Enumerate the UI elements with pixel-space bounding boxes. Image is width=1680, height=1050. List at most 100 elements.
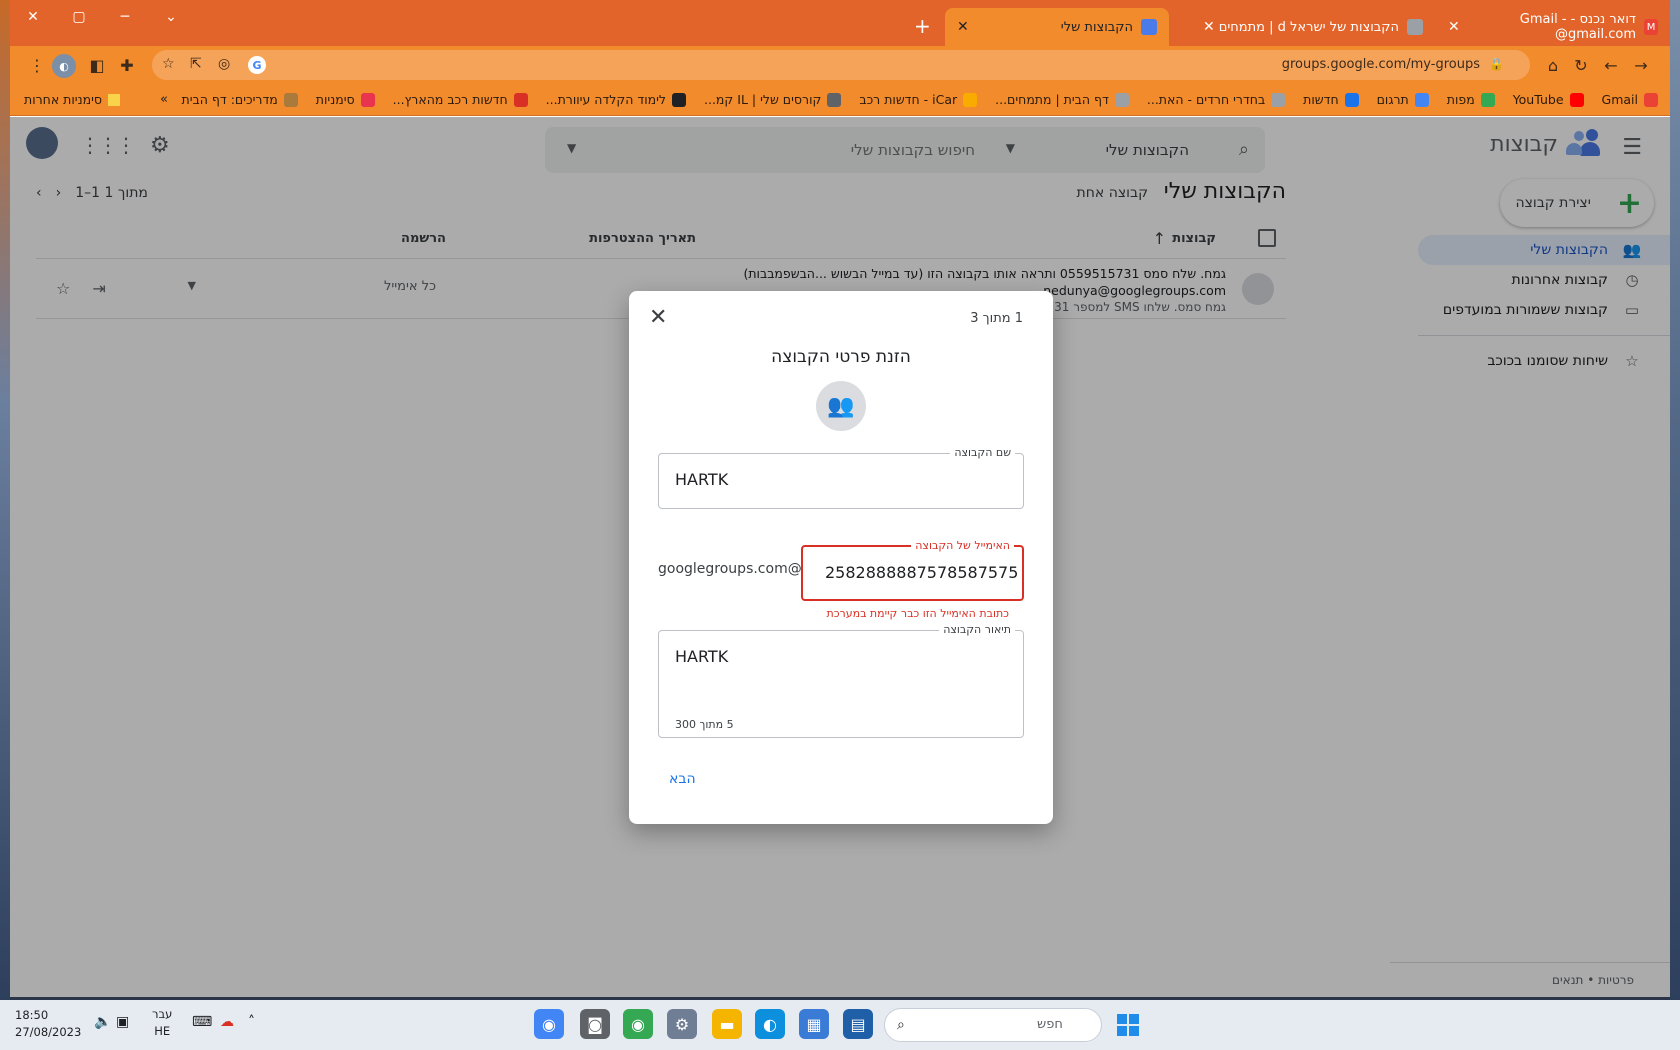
bookmark-item[interactable]: תרגום	[1377, 92, 1429, 107]
bookmark-item[interactable]: דף הבית | מתמחים...	[995, 92, 1129, 107]
store-icon[interactable]: ▤	[843, 1009, 873, 1039]
email-error-message: כתובת האימייל הזו כבר קיימת במערכת	[826, 607, 1009, 620]
bookmark-item[interactable]: חדשות	[1303, 92, 1359, 107]
folder-icon	[108, 93, 120, 106]
settings-app-icon[interactable]: ⚙	[667, 1009, 697, 1039]
language-indicator[interactable]: עבר HE	[152, 1006, 172, 1040]
bookmark-favicon-icon	[963, 92, 978, 107]
bookmark-item[interactable]: מפות	[1447, 92, 1495, 107]
close-window-button[interactable]: ✕	[10, 0, 56, 34]
windows-start-icon[interactable]	[1117, 1014, 1139, 1036]
bookmark-item[interactable]: YouTube	[1513, 92, 1584, 107]
profile-avatar[interactable]: ◐	[52, 54, 76, 78]
site-favicon-icon	[1407, 19, 1423, 35]
edge-icon[interactable]: ◐	[755, 1009, 785, 1039]
language-name: עבר	[152, 1007, 173, 1021]
clock-time: 18:50	[15, 1008, 49, 1022]
taskbar: 18:50 27/08/2023 🔈 ▣ עבר HE ⌨ ☁ ˄ ◉ ◙ ◉ …	[0, 1000, 1680, 1050]
bookmark-item[interactable]: מדריכים: דף הבית	[182, 92, 298, 107]
tab-israel-groups[interactable]: הקבוצות של ישראל d | מתמחים ✕	[1191, 8, 1435, 46]
lock-icon[interactable]: 🔒	[1489, 57, 1504, 71]
bookmark-star-icon[interactable]: ☆	[162, 56, 175, 72]
close-icon[interactable]: ✕	[1203, 19, 1215, 35]
menu-dots-icon[interactable]: ⋮	[26, 54, 48, 76]
back-icon[interactable]: ←	[1600, 54, 1622, 76]
bookmark-label: YouTube	[1512, 92, 1564, 107]
forward-icon[interactable]: →	[1630, 54, 1652, 76]
next-button[interactable]: הבא	[669, 771, 696, 787]
bookmark-item[interactable]: קורסים שלי | IL קמ...	[704, 92, 842, 107]
volume-icon[interactable]: 🔈	[94, 1014, 111, 1030]
chevron-up-icon[interactable]: ˄	[248, 1014, 255, 1030]
group-name-field[interactable]: שם הקבוצה HARTK	[658, 446, 1024, 509]
bookmark-item[interactable]: בחדרי חרדים - האת...	[1146, 92, 1286, 107]
bookmark-label: סימניות	[315, 92, 355, 107]
home-icon[interactable]: ⌂	[1542, 54, 1564, 76]
reload-icon[interactable]: ↻	[1570, 54, 1592, 76]
gmail-favicon-icon: M	[1644, 19, 1658, 35]
clock[interactable]: 18:50 27/08/2023	[15, 1007, 81, 1041]
other-bookmarks[interactable]: סימניות אחרות	[24, 92, 120, 107]
taskbar-search[interactable]: ⌕ חפש	[884, 1008, 1102, 1042]
tracking-eye-icon[interactable]: ◎	[218, 56, 230, 72]
tab-search-button[interactable]: ⌄	[148, 0, 194, 34]
bookmark-favicon-icon	[1480, 92, 1495, 107]
group-avatar-icon[interactable]: 👥	[816, 381, 866, 431]
field-label: תיאור הקבוצה	[939, 623, 1015, 636]
control-panel-icon[interactable]: ▦	[799, 1009, 829, 1039]
new-tab-button[interactable]: +	[914, 14, 931, 38]
group-email-input[interactable]: 2582888887578587575	[825, 563, 1018, 582]
bookmark-label: מדריכים: דף הבית	[181, 92, 278, 107]
address-bar[interactable]: ☆ ⇱ ◎ G groups.google.com/my-groups 🔒	[152, 50, 1530, 80]
email-domain-suffix: googlegroups.com@	[658, 561, 802, 577]
share-icon[interactable]: ⇱	[190, 56, 202, 72]
bookmark-label: חדשות	[1303, 92, 1339, 107]
file-explorer-icon[interactable]: ▬	[712, 1009, 742, 1039]
bookmark-item[interactable]: iCar - חדשות רכב	[859, 92, 978, 107]
bookmark-favicon-icon	[1114, 92, 1129, 107]
close-icon[interactable]: ✕	[649, 305, 667, 330]
tab-gmail[interactable]: M דואר נכנס - Gmail - @gmail.com ✕	[1436, 8, 1670, 46]
group-email-field[interactable]: האימייל של הקבוצה 2582888887578587575	[801, 539, 1024, 601]
group-name-input[interactable]: HARTK	[675, 470, 728, 489]
bookmark-favicon-icon	[283, 92, 298, 107]
tab-title: הקבוצות שלי	[1060, 19, 1133, 35]
bookmark-item[interactable]: חדשות רכב מהארץ...	[393, 92, 528, 107]
desktop-wallpaper-right	[1670, 0, 1680, 1000]
network-icon[interactable]: ▣	[116, 1014, 129, 1030]
dialog-title: הזנת פרטי הקבוצה	[771, 347, 911, 367]
step-indicator: 1 מתוך 3	[970, 311, 1023, 326]
bookmark-label: iCar - חדשות רכב	[859, 92, 958, 107]
keyboard-icon[interactable]: ⌨	[192, 1014, 212, 1030]
create-group-dialog: 1 מתוך 3 ✕ הזנת פרטי הקבוצה 👥 שם הקבוצה …	[629, 291, 1053, 824]
other-bookmarks-label: סימניות אחרות	[24, 92, 102, 107]
chrome-profile-icon[interactable]: ◉	[534, 1009, 564, 1039]
close-icon[interactable]: ✕	[957, 19, 969, 35]
bookmark-favicon-icon	[672, 92, 686, 107]
bookmark-favicon-icon	[1644, 92, 1658, 107]
language-code: HE	[154, 1024, 171, 1038]
clock-date: 27/08/2023	[15, 1025, 82, 1039]
side-panel-icon[interactable]: ◧	[86, 54, 108, 76]
bookmark-item[interactable]: סימניות	[316, 92, 375, 107]
more-bookmarks-icon[interactable]: »	[160, 92, 168, 107]
tab-my-groups[interactable]: הקבוצות שלי ✕	[945, 8, 1169, 46]
onedrive-icon[interactable]: ☁	[220, 1014, 234, 1030]
bookmark-label: קורסים שלי | IL קמ...	[704, 92, 822, 107]
bookmark-favicon-icon	[1271, 92, 1286, 107]
restore-window-button[interactable]: ▢	[56, 0, 102, 34]
group-description-field[interactable]: תיאור הקבוצה HARTK 5 מתוך 300	[658, 623, 1024, 738]
url-text[interactable]: groups.google.com/my-groups	[1282, 57, 1480, 72]
bookmark-item[interactable]: Gmail	[1602, 92, 1658, 107]
group-description-input[interactable]: HARTK	[675, 647, 728, 666]
chrome-icon[interactable]: ◉	[623, 1009, 653, 1039]
bookmark-item[interactable]: לימוד הקלדה עיוורת...	[546, 92, 686, 107]
close-icon[interactable]: ✕	[1448, 19, 1460, 35]
field-label: האימייל של הקבוצה	[911, 539, 1014, 552]
camera-icon[interactable]: ◙	[580, 1009, 610, 1039]
extensions-icon[interactable]: ✚	[116, 54, 138, 76]
window-controls: ✕ ▢ ─ ⌄	[10, 0, 194, 34]
tab-title: הקבוצות של ישראל d | מתמחים	[1218, 19, 1399, 35]
bookmark-label: בחדרי חרדים - האת...	[1146, 92, 1266, 107]
minimize-window-button[interactable]: ─	[102, 0, 148, 34]
